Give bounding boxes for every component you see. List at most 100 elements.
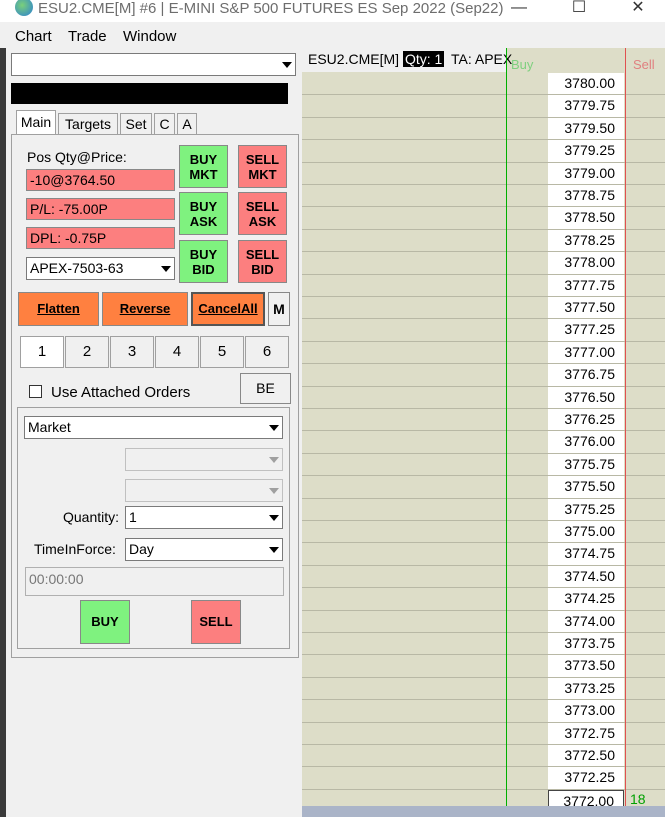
price-cell[interactable]: 3777.25 [548,319,624,341]
price-cell[interactable]: 3776.50 [548,386,624,408]
price-cell[interactable]: 3779.75 [548,95,624,117]
use-attached-orders-checkbox[interactable] [29,385,42,398]
reverse-button[interactable]: Reverse [102,292,188,326]
price-cell[interactable]: 3776.00 [548,431,624,453]
qty-preset-4[interactable]: 4 [155,336,199,368]
m-button[interactable]: M [268,292,290,326]
ladder-row[interactable]: 3777.00 [302,341,665,365]
close-button[interactable]: ✕ [615,0,661,22]
ladder-row[interactable]: 3774.75 [302,543,665,566]
price-cell[interactable]: 3772.75 [548,722,624,744]
price-cell[interactable]: 3776.75 [548,364,624,386]
ladder-row[interactable]: 3776.25 [302,409,665,432]
price-cell[interactable]: 3774.75 [548,543,624,565]
tab-targets[interactable]: Targets [58,113,118,135]
price-cell[interactable]: 3779.50 [548,117,624,140]
ladder-row[interactable]: 3779.00 [302,162,665,185]
ladder-row[interactable]: 3775.25 [302,498,665,521]
chevron-down-icon[interactable] [264,540,281,559]
sell-button[interactable]: SELL [191,600,241,644]
maximize-button[interactable]: ☐ [556,0,602,22]
price-cell[interactable]: 3775.75 [548,453,624,476]
sell-ask-button[interactable]: SELL ASK [238,192,287,235]
chevron-down-icon[interactable] [277,55,294,74]
ladder-row[interactable]: 3778.00 [302,252,665,275]
ladder-row[interactable]: 3774.00 [302,610,665,633]
price-cell[interactable]: 3778.25 [548,229,624,252]
price-cell[interactable]: 3775.25 [548,498,624,520]
ladder-row[interactable]: 3777.75 [302,274,665,297]
price-cell[interactable]: 3772.25 [548,767,624,789]
ladder-row[interactable]: 3775.75 [302,453,665,477]
ladder-row[interactable]: 3778.25 [302,229,665,253]
ladder-row[interactable]: 3773.25 [302,677,665,701]
tab-a[interactable]: A [177,113,197,135]
ladder-row[interactable]: 3779.75 [302,95,665,118]
ladder-row[interactable]: 3772.25 [302,767,665,790]
menu-window[interactable]: Window [123,28,176,45]
chevron-down-icon[interactable] [264,418,281,437]
price-cell[interactable]: 3778.75 [548,185,624,207]
chevron-down-icon[interactable] [156,259,173,278]
account-combo[interactable] [11,53,296,76]
qty-preset-6[interactable]: 6 [245,336,289,368]
price-cell[interactable]: 3778.50 [548,207,624,229]
ladder-row[interactable]: 3780.00 [302,73,665,96]
price-cell[interactable]: 3773.25 [548,677,624,700]
ladder-row[interactable]: 3776.75 [302,364,665,387]
price-cell[interactable]: 3777.75 [548,274,624,296]
ladder-row[interactable]: 3773.75 [302,633,665,656]
chevron-down-icon[interactable] [264,508,281,527]
cancel-all-button[interactable]: CancelAll [191,292,265,326]
price-cell[interactable]: 3772.50 [548,745,624,767]
ladder-row[interactable]: 3774.50 [302,565,665,589]
price-cell[interactable]: 3777.50 [548,297,624,319]
account-select[interactable]: APEX-7503-63 [26,257,175,280]
price-cell[interactable]: 3774.00 [548,610,624,632]
ladder-row[interactable]: 3777.50 [302,297,665,320]
ladder-row[interactable]: 3776.00 [302,431,665,454]
buy-ask-button[interactable]: BUY ASK [179,192,228,235]
ladder-row[interactable]: 3779.50 [302,117,665,141]
ladder-row[interactable]: 3773.50 [302,655,665,678]
sell-mkt-button[interactable]: SELL MKT [238,145,287,188]
price-cell[interactable]: 3777.00 [548,341,624,364]
price-cell[interactable]: 3774.25 [548,588,624,610]
menu-trade[interactable]: Trade [68,28,107,45]
buy-mkt-button[interactable]: BUY MKT [179,145,228,188]
tab-main[interactable]: Main [16,110,56,135]
ladder-row[interactable]: 3773.00 [302,700,665,723]
price-cell[interactable]: 3776.25 [548,409,624,431]
price-cell[interactable]: 3774.50 [548,565,624,588]
price-cell[interactable]: 3778.00 [548,252,624,274]
qty-preset-3[interactable]: 3 [110,336,154,368]
menu-chart[interactable]: Chart [15,28,52,45]
qty-preset-1[interactable]: 1 [20,336,64,368]
be-button[interactable]: BE [240,373,291,404]
quantity-select[interactable]: 1 [125,506,283,529]
price-cell[interactable]: 3773.75 [548,633,624,655]
qty-preset-5[interactable]: 5 [200,336,244,368]
sell-bid-button[interactable]: SELL BID [238,240,287,283]
ladder-row[interactable]: 3775.50 [302,476,665,499]
ladder-row[interactable]: 3775.00 [302,521,665,544]
price-cell[interactable]: 3775.50 [548,476,624,498]
ladder-row[interactable]: 3777.25 [302,319,665,342]
tif-select[interactable]: Day [125,538,283,561]
price-cell[interactable]: 3773.00 [548,700,624,722]
ladder-row[interactable]: 3776.50 [302,386,665,409]
buy-button[interactable]: BUY [80,600,130,644]
ladder-row[interactable]: 3772.75 [302,722,665,745]
ladder-row[interactable]: 3778.50 [302,207,665,230]
price-cell[interactable]: 3779.00 [548,162,624,184]
ladder-row[interactable]: 3772.50 [302,745,665,768]
price-cell[interactable]: 3773.50 [548,655,624,677]
price-ladder[interactable]: ESU2.CME[M] Qty: 1 TA: APEX Buy Sell 378… [302,48,665,817]
ladder-row[interactable]: 3774.25 [302,588,665,611]
flatten-button[interactable]: Flatten [18,292,99,326]
price-cell[interactable]: 3775.00 [548,521,624,543]
tab-c[interactable]: C [154,113,175,135]
tab-set[interactable]: Set [120,113,152,135]
price-cell[interactable]: 3780.00 [548,73,624,95]
order-type-select[interactable]: Market [24,416,283,439]
